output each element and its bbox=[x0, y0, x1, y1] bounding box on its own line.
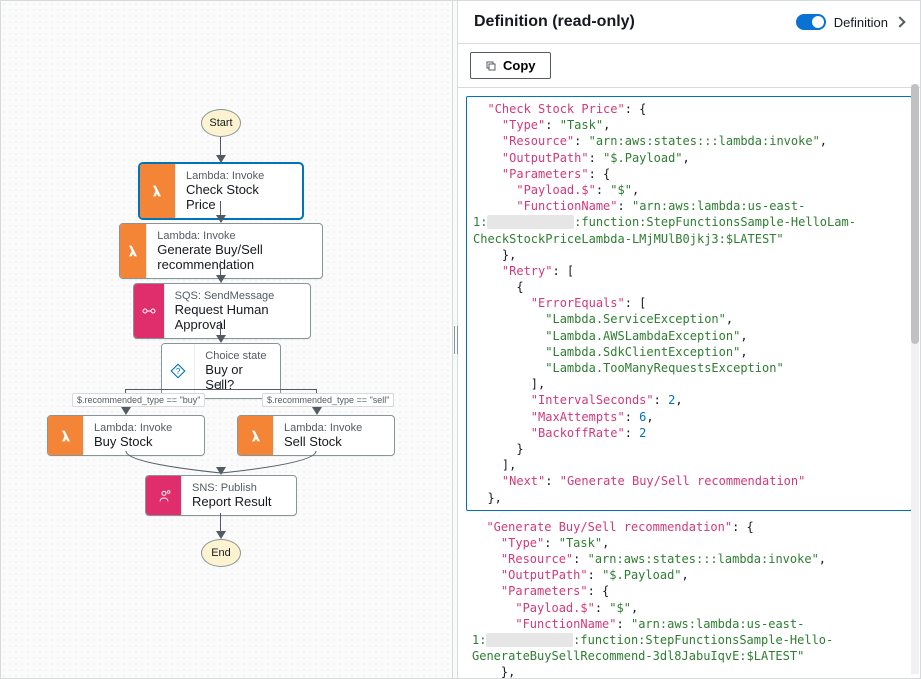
arrow-icon bbox=[216, 275, 226, 283]
edge bbox=[220, 513, 221, 531]
lambda-icon bbox=[120, 224, 147, 278]
edge bbox=[125, 389, 317, 390]
edge bbox=[220, 137, 221, 155]
lambda-icon bbox=[48, 416, 84, 455]
edge bbox=[220, 261, 221, 275]
definition-panel: Definition (read-only) Definition Copy "… bbox=[458, 1, 920, 678]
condition-sell-label: $.recommended_type == "sell" bbox=[262, 393, 394, 407]
start-terminal[interactable]: Start bbox=[201, 109, 241, 137]
state-sell-stock[interactable]: Lambda: InvokeSell Stock bbox=[237, 415, 395, 456]
scrollbar-track[interactable] bbox=[911, 84, 919, 674]
sns-icon bbox=[146, 476, 182, 515]
code-highlight-check: "Check Stock Price": { "Type": "Task", "… bbox=[466, 96, 912, 511]
arrow-icon bbox=[216, 215, 226, 223]
arrow-icon bbox=[216, 155, 226, 163]
code-check-stock-price: "Check Stock Price": { "Type": "Task", "… bbox=[473, 101, 905, 506]
chevron-right-icon[interactable] bbox=[894, 16, 905, 27]
scrollbar-thumb[interactable] bbox=[911, 84, 919, 344]
code-scroll-area[interactable]: "Check Stock Price": { "Type": "Task", "… bbox=[458, 88, 920, 678]
copy-icon bbox=[485, 60, 497, 72]
state-buy-or-sell-choice[interactable]: ? Choice stateBuy or Sell? bbox=[161, 343, 281, 399]
edge bbox=[220, 321, 221, 335]
state-request-human-approval[interactable]: SQS: SendMessageRequest Human Approval bbox=[133, 283, 311, 339]
state-check-stock-price[interactable]: Lambda: InvokeCheck Stock Price bbox=[139, 163, 303, 219]
copy-button[interactable]: Copy bbox=[470, 52, 551, 79]
arrow-icon bbox=[216, 531, 226, 539]
state-generate-recommendation[interactable]: Lambda: InvokeGenerate Buy/Sell recommen… bbox=[119, 223, 323, 279]
edge bbox=[220, 201, 221, 215]
state-report-result[interactable]: SNS: PublishReport Result bbox=[145, 475, 297, 516]
definition-toggle[interactable] bbox=[796, 14, 826, 30]
svg-text:?: ? bbox=[176, 367, 181, 376]
end-terminal[interactable]: End bbox=[201, 539, 241, 567]
workflow-canvas[interactable]: Start Lambda: InvokeCheck Stock Price La… bbox=[1, 1, 452, 678]
lambda-icon bbox=[140, 164, 176, 218]
arrow-icon bbox=[216, 467, 226, 475]
condition-buy-label: $.recommended_type == "buy" bbox=[72, 393, 205, 407]
definition-panel-title: Definition (read-only) bbox=[474, 13, 635, 31]
arrow-icon bbox=[216, 335, 226, 343]
sqs-icon bbox=[134, 284, 165, 338]
definition-toggle-label: Definition bbox=[834, 15, 888, 30]
arrow-icon bbox=[121, 407, 131, 415]
arrow-icon bbox=[312, 407, 322, 415]
code-generate-recommendation: "Generate Buy/Sell recommendation": { "T… bbox=[472, 519, 906, 678]
edge bbox=[220, 381, 221, 389]
state-buy-stock[interactable]: Lambda: InvokeBuy Stock bbox=[47, 415, 205, 456]
lambda-icon bbox=[238, 416, 274, 455]
